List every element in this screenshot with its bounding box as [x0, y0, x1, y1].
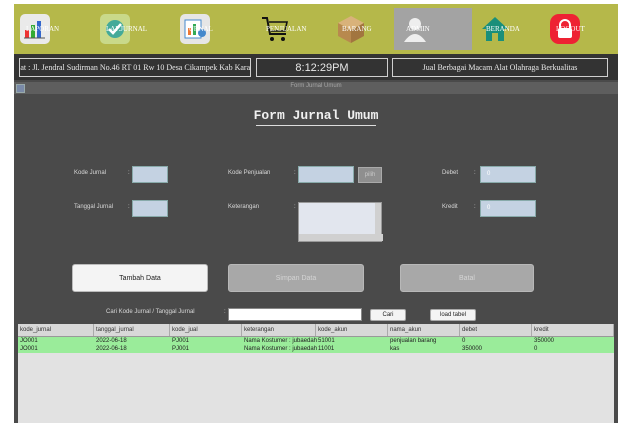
table-cell: 2022-06-18 [96, 346, 127, 352]
table-cell: JO001 [20, 346, 38, 352]
column-header[interactable]: kredit [532, 324, 614, 336]
table-cell: Nama Kostumer : jubaedah [244, 338, 318, 344]
column-header[interactable]: kode_jual [170, 324, 242, 336]
tanggal-jurnal-label: Tanggal Jurnal [74, 204, 114, 210]
table-cell: Nama Kostumer : jubaedah [244, 346, 318, 352]
kode-jurnal-label: Kode Jurnal [74, 170, 107, 176]
table-cell: 11001 [318, 346, 335, 352]
column-header[interactable]: kode_jurnal [18, 324, 94, 336]
batal-button[interactable]: Batal [400, 264, 534, 292]
table-row[interactable]: JO001 2022-06-18 PJ001 Nama Kostumer : j… [18, 337, 614, 345]
nav-label: ADMIN [406, 25, 430, 33]
load-tabel-button[interactable]: load tabel [430, 309, 476, 321]
jurnal-table: kode_jurnal tanggal_jurnal kode_jual ket… [18, 324, 614, 423]
colon: : [294, 204, 296, 210]
app-window: LAPORAN LAP.JURNAL JURNAL PENJUALAN BARA… [14, 4, 618, 423]
nav-label: PENJUALAN [266, 25, 307, 33]
table-cell: PJ001 [172, 346, 190, 352]
kredit-field[interactable]: 0 [480, 200, 536, 217]
nav-logout-button[interactable]: LOGOUT [550, 8, 585, 50]
tagline-text: Jual Berbagai Macam Alat Olahraga Berkua… [392, 58, 608, 77]
nav-label: BERANDA [486, 25, 520, 33]
table-cell: kas [390, 346, 400, 352]
column-header[interactable]: keterangan [242, 324, 316, 336]
nav-label: BARANG [342, 25, 372, 33]
nav-label: LOGOUT [556, 25, 585, 33]
column-header[interactable]: debet [460, 324, 532, 336]
nav-label: JURNAL [186, 25, 213, 33]
kode-jurnal-field[interactable] [132, 166, 168, 183]
nav-admin-button[interactable]: ADMIN [394, 8, 472, 50]
column-header[interactable]: kode_akun [316, 324, 388, 336]
nav-lap-jurnal-button[interactable]: LAP.JURNAL [100, 8, 147, 50]
nav-label: LAPORAN [26, 25, 60, 33]
form-heading: Form Jurnal Umum [253, 108, 379, 123]
nav-beranda-button[interactable]: BERANDA [480, 8, 520, 50]
table-cell: 51001 [318, 338, 335, 344]
nav-jurnal-button[interactable]: JURNAL [180, 8, 213, 50]
search-input[interactable] [228, 308, 362, 321]
colon: : [294, 170, 296, 176]
colon: : [474, 204, 476, 210]
simpan-data-button[interactable]: Simpan Data [228, 264, 364, 292]
table-cell: 0 [462, 338, 466, 344]
heading-underline [256, 125, 376, 126]
tambah-data-button[interactable]: Tambah Data [72, 264, 208, 292]
column-header[interactable]: nama_akun [388, 324, 460, 336]
frame-title: Form Jurnal Umum [290, 83, 342, 89]
info-bar: Alamat : Jl. Jendral Sudirman No.46 RT 0… [14, 54, 618, 80]
nav-barang-button[interactable]: BARANG [336, 8, 372, 50]
table-cell: PJ001 [172, 338, 190, 344]
cari-button[interactable]: Cari [370, 309, 406, 321]
table-row[interactable]: JO001 2022-06-18 PJ001 Nama Kostumer : j… [18, 345, 614, 353]
table-cell: penjualan barang [390, 338, 437, 344]
table-cell: 2022-06-18 [96, 338, 127, 344]
kredit-label: Kredit [442, 204, 458, 210]
debet-label: Debet [442, 170, 459, 176]
search-label: Cari Kode Jurnal / Tanggal Jurnal [106, 309, 195, 315]
kode-penjualan-label: Kode Penjualan [228, 170, 271, 176]
nav-label: LAP.JURNAL [106, 25, 148, 33]
vertical-scrollbar[interactable] [375, 203, 381, 235]
tanggal-jurnal-field[interactable] [132, 200, 168, 217]
table-header: kode_jurnal tanggal_jurnal kode_jual ket… [18, 324, 614, 337]
clock-text: 8:12:29PM [256, 58, 388, 77]
colon: : [128, 204, 130, 210]
colon: : [224, 309, 226, 315]
column-header[interactable]: tanggal_jurnal [94, 324, 170, 336]
debet-field[interactable]: 0 [480, 166, 536, 183]
horizontal-scrollbar[interactable] [299, 234, 383, 241]
colon: : [128, 170, 130, 176]
nav-penjualan-button[interactable]: PENJUALAN [260, 8, 306, 50]
nav-laporan-button[interactable]: LAPORAN [20, 8, 59, 50]
kode-penjualan-field[interactable] [298, 166, 354, 183]
internal-frame-titlebar: Form Jurnal Umum [14, 82, 618, 94]
table-cell: JO001 [20, 338, 38, 344]
table-cell: 350000 [462, 346, 483, 352]
keterangan-label: Keterangan [228, 204, 260, 210]
table-cell: 0 [534, 346, 538, 352]
colon: : [474, 170, 476, 176]
pilih-button[interactable]: pilih [358, 167, 382, 183]
address-text: Alamat : Jl. Jendral Sudirman No.46 RT 0… [19, 58, 251, 77]
table-cell: 350000 [534, 338, 555, 344]
keterangan-textarea[interactable] [298, 202, 383, 242]
top-navigation: LAPORAN LAP.JURNAL JURNAL PENJUALAN BARA… [14, 4, 618, 54]
